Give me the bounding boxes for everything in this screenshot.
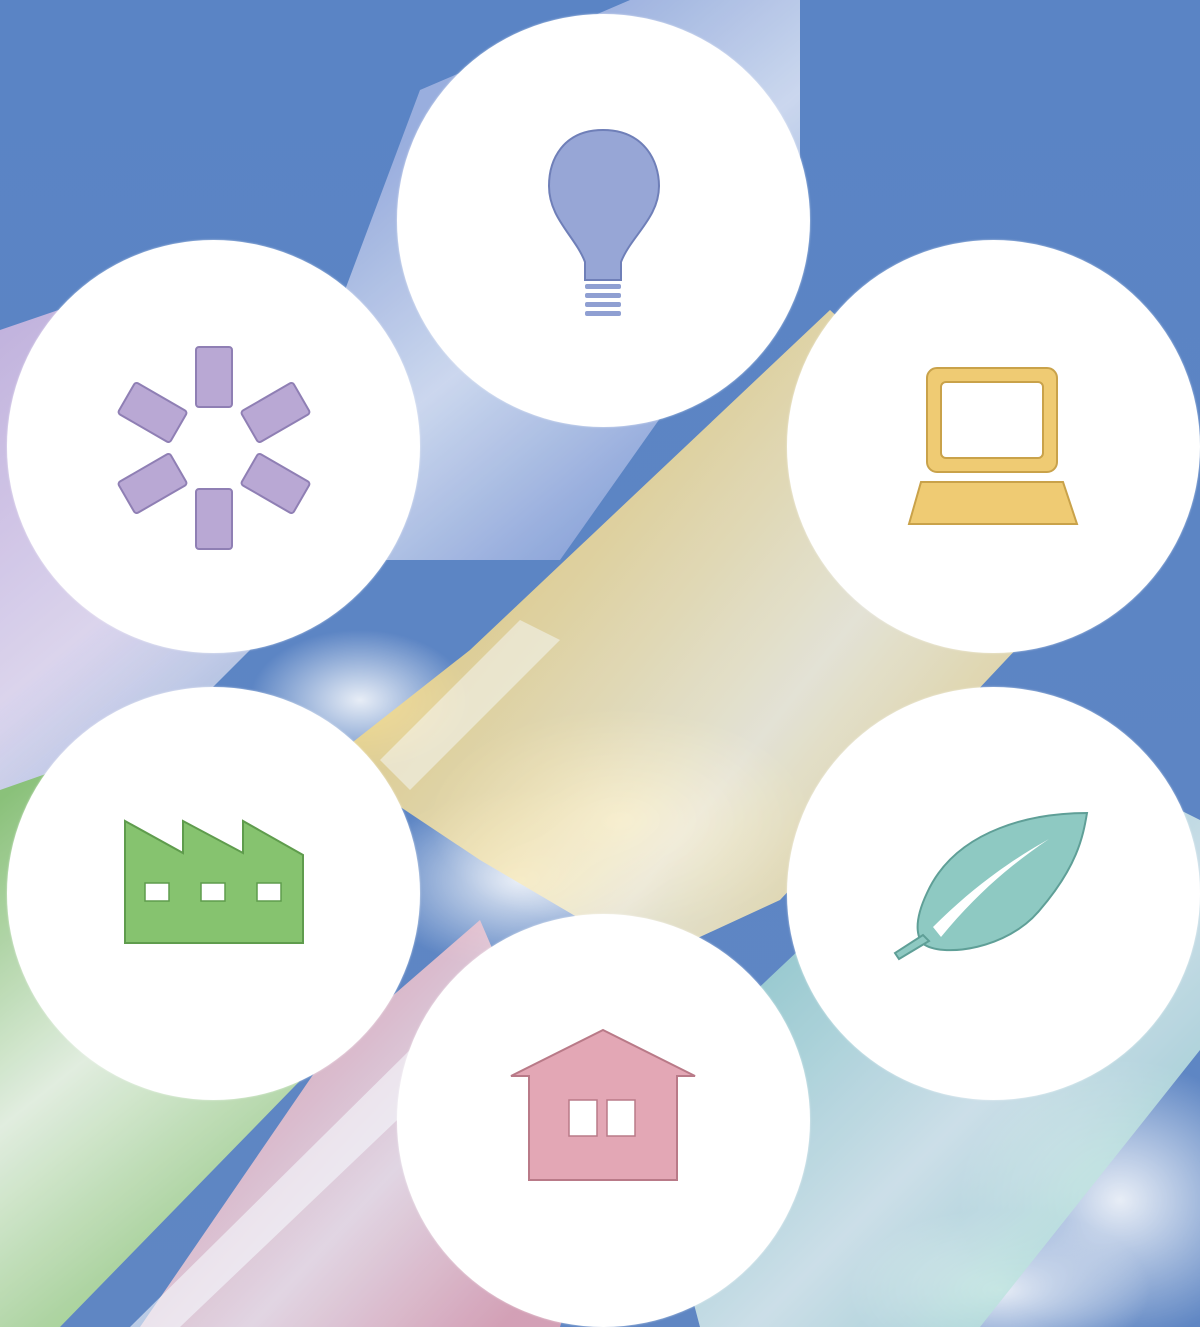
leaf-icon <box>893 811 1089 961</box>
circle-factory <box>7 687 420 1100</box>
circle-house <box>397 914 810 1327</box>
circle-gear <box>7 240 420 653</box>
house-icon <box>510 1028 696 1181</box>
laptop-icon <box>907 367 1079 525</box>
circle-leaf <box>787 687 1200 1100</box>
illustration-canvas <box>0 0 1200 1327</box>
light-bulb-icon <box>547 128 661 316</box>
gear-icon <box>117 346 311 550</box>
circle-light-bulb <box>397 14 810 427</box>
circle-laptop <box>787 240 1200 653</box>
factory-icon <box>124 819 304 944</box>
